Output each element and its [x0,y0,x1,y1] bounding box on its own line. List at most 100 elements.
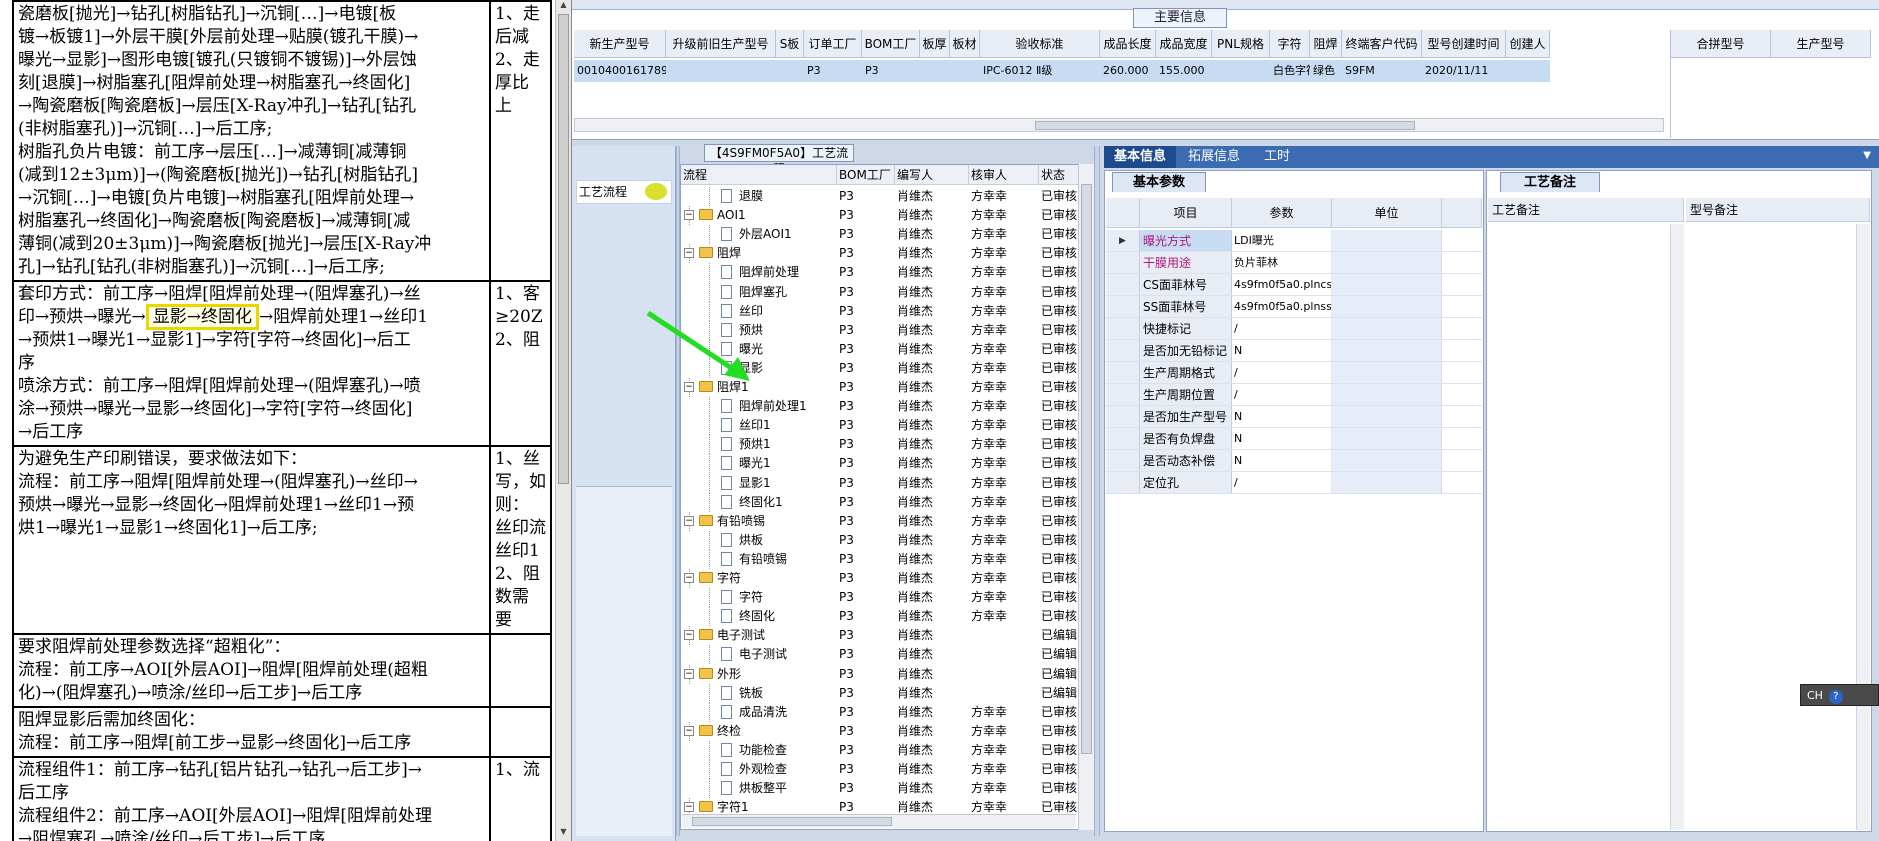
grid-col-header[interactable]: 新生产型号 [574,30,666,58]
tree-step-row[interactable]: 烘板 P3 肖维杰 方幸幸 已审核 [681,530,1081,550]
col-header-item[interactable]: 项目 [1140,198,1232,228]
row-indicator[interactable] [1106,296,1140,317]
tree-step-row[interactable]: 阻焊前处理1 P3 肖维杰 方幸幸 已审核 [681,397,1081,417]
row-indicator[interactable] [1106,274,1140,295]
remark-scrollbar[interactable] [1670,224,1684,830]
col-header-flow[interactable]: 流程 [681,165,837,185]
grid-cell[interactable]: S9FM [1342,60,1422,82]
help-icon[interactable]: ? [1828,690,1843,704]
param-unit[interactable] [1332,296,1442,317]
param-unit[interactable] [1332,406,1442,427]
param-value[interactable]: / [1232,384,1332,405]
tree-step-row[interactable]: 功能检查 P3 肖维杰 方幸幸 已审核 [681,740,1081,760]
col-header-param[interactable]: 参数 [1232,198,1332,228]
basic-params-tab[interactable]: 基本参数 [1112,172,1206,192]
param-unit[interactable] [1332,340,1442,361]
param-row[interactable]: 干膜用途 负片菲林 [1106,252,1482,274]
tree-group-row[interactable]: − 终检 P3 肖维杰 方幸幸 已审核 [681,721,1081,741]
grid-col-header[interactable]: 成品宽度 [1156,30,1212,58]
param-unit[interactable] [1332,384,1442,405]
param-value[interactable]: / [1232,318,1332,339]
collapse-toggle-icon[interactable]: − [684,725,694,736]
col-header-writer[interactable]: 编写人 [895,165,969,185]
grid-col-header[interactable]: 阻焊 [1310,30,1342,58]
param-unit[interactable] [1332,428,1442,449]
tree-step-row[interactable]: 阻焊前处理 P3 肖维杰 方幸幸 已审核 [681,263,1081,283]
tree-step-row[interactable]: 烘板整平 P3 肖维杰 方幸幸 已审核 [681,779,1081,799]
tree-step-row[interactable]: 字符 P3 肖维杰 方幸幸 已审核 [681,588,1081,608]
scroll-thumb[interactable] [1081,184,1092,754]
grid-col-header[interactable]: 板厚 [920,30,950,58]
grid-cell[interactable] [666,60,776,82]
document-scrollbar[interactable]: ▲ ▼ [555,0,571,841]
param-row[interactable]: 是否动态补偿 N [1106,450,1482,472]
collapse-toggle-icon[interactable]: − [684,515,694,526]
param-value[interactable]: 4s9fm0f5a0.plncs [1232,274,1332,295]
col-header-reviewer[interactable]: 核审人 [969,165,1039,185]
grid-col-header[interactable]: 验收标准 [980,30,1100,58]
row-indicator[interactable] [1106,340,1140,361]
grid-col-header[interactable]: S板 [776,30,804,58]
col-header-model-remark[interactable]: 型号备注 [1686,198,1870,222]
param-unit[interactable] [1332,274,1442,295]
tree-group-row[interactable]: − 字符 P3 肖维杰 方幸幸 已审核 [681,569,1081,588]
grid-cell[interactable] [1212,60,1270,82]
grid-col-header[interactable]: 升级前旧生产型号 [666,30,776,58]
grid-cell[interactable] [950,60,980,82]
param-row[interactable]: 快捷标记 / [1106,318,1482,340]
tree-step-row[interactable]: 外层AOI1 P3 肖维杰 方幸幸 已审核 [681,225,1081,245]
collapse-toggle-icon[interactable]: − [684,573,694,583]
nav-item-process-flow[interactable]: 工艺流程 [576,180,672,204]
collapse-toggle-icon[interactable]: − [684,248,694,259]
grid-cell[interactable]: 绿色 [1310,60,1342,82]
current-row-indicator-icon[interactable]: ▶ [1106,230,1140,251]
param-row[interactable]: 生产周期位置 / [1106,384,1482,406]
scroll-up-arrow[interactable]: ▲ [556,0,571,14]
param-row[interactable]: 是否加无铅标记 N [1106,340,1482,362]
param-row[interactable]: ▶ 曝光方式 LDI曝光 [1106,230,1482,252]
col-header-status[interactable]: 状态 [1039,165,1081,185]
param-unit[interactable] [1332,362,1442,383]
tree-step-row[interactable]: 阻焊塞孔 P3 肖维杰 方幸幸 已审核 [681,282,1081,302]
param-value[interactable]: N [1232,450,1332,471]
splitter[interactable] [1094,146,1100,836]
col-header-unit[interactable]: 单位 [1332,198,1442,228]
param-unit[interactable] [1332,230,1442,251]
row-indicator[interactable] [1106,472,1140,493]
collapse-toggle-icon[interactable]: − [684,630,694,641]
tree-group-row[interactable]: − 阻焊 P3 肖维杰 方幸幸 已审核 [681,244,1081,264]
grid-cell[interactable]: IPC-6012 Ⅱ级 [980,60,1100,82]
grid-col-header[interactable]: 字符 [1270,30,1310,58]
grid-col-header[interactable]: 成品长度 [1100,30,1156,58]
param-value[interactable]: N [1232,428,1332,449]
tree-step-row[interactable]: 丝印1 P3 肖维杰 方幸幸 已审核 [681,416,1081,436]
collapse-toggle-icon[interactable]: − [684,210,694,221]
tree-step-row[interactable]: 铣板 P3 肖维杰 已编辑 [681,683,1081,703]
tree-group-row[interactable]: − 有铅喷锡 P3 肖维杰 方幸幸 已审核 [681,511,1081,531]
param-row[interactable]: CS面菲林号 4s9fm0f5a0.plncs [1106,274,1482,296]
param-row[interactable]: 定位孔 / [1106,472,1482,494]
col-header-process-remark[interactable]: 工艺备注 [1488,198,1684,222]
grid-cell[interactable]: P3 [862,60,920,82]
param-value[interactable]: 负片菲林 [1232,252,1332,273]
language-bar[interactable]: CH? [1800,684,1879,706]
collapse-toggle-icon[interactable]: − [684,802,694,813]
scroll-thumb[interactable] [692,817,892,826]
param-unit[interactable] [1332,450,1442,471]
grid-col-header[interactable]: BOM工厂 [862,30,920,58]
tree-step-row[interactable]: 外观检查 P3 肖维杰 方幸幸 已审核 [681,760,1081,779]
row-indicator[interactable] [1106,384,1140,405]
grid-cell[interactable]: 155.000 [1156,60,1212,82]
scroll-down-arrow[interactable]: ▼ [556,827,571,841]
tree-step-row[interactable]: 电子测试 P3 肖维杰 已编辑 [681,645,1081,665]
tree-step-row[interactable]: 终固化1 P3 肖维杰 方幸幸 已审核 [681,492,1081,512]
grid-col-header[interactable]: 板材 [950,30,980,58]
tree-step-row[interactable]: 成品清洗 P3 肖维杰 方幸幸 已审核 [681,702,1081,722]
tree-vertical-scrollbar[interactable] [1078,164,1094,830]
tree-step-row[interactable]: 有铅喷锡 P3 肖维杰 方幸幸 已审核 [681,549,1081,569]
grid-cell[interactable] [776,60,804,82]
param-value[interactable]: / [1232,362,1332,383]
tree-group-row[interactable]: − 电子测试 P3 肖维杰 已编辑 [681,626,1081,646]
row-indicator[interactable] [1106,362,1140,383]
param-row[interactable]: 是否有负焊盘 N [1106,428,1482,450]
